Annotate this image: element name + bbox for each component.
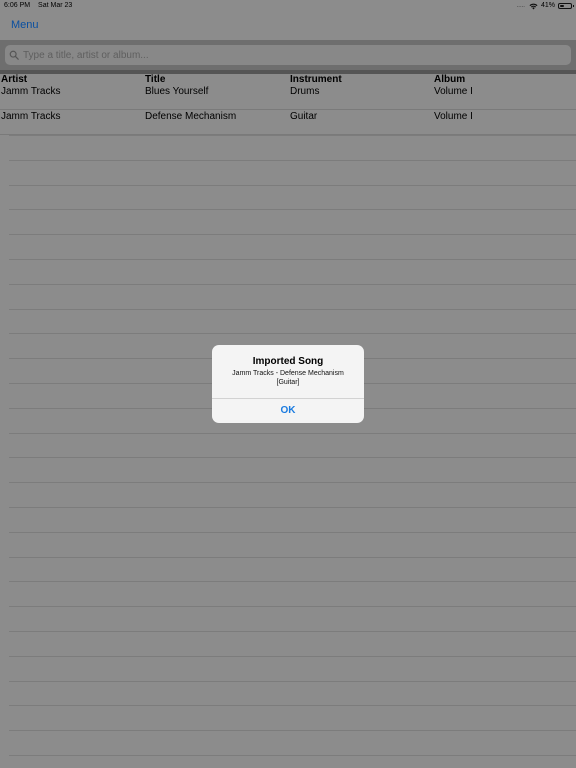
row-separator <box>9 681 576 682</box>
row-separator <box>9 730 576 731</box>
row-separator <box>9 234 576 235</box>
row-separator <box>9 185 576 186</box>
row-separator <box>9 309 576 310</box>
row-separator <box>9 333 576 334</box>
row-separator <box>9 631 576 632</box>
app-screen: 6:06 PM Sat Mar 23 ..... 41% Menu Type a… <box>0 0 576 768</box>
row-separator <box>9 284 576 285</box>
row-separator <box>9 209 576 210</box>
row-separator <box>9 135 576 136</box>
alert-message-line: Jamm Tracks - Defense Mechanism <box>232 370 344 377</box>
row-separator <box>9 482 576 483</box>
alert-message: Jamm Tracks - Defense Mechanism [Guitar] <box>218 369 358 387</box>
row-separator <box>9 507 576 508</box>
row-separator <box>9 705 576 706</box>
row-separator <box>9 532 576 533</box>
row-separator <box>9 457 576 458</box>
alert-message-line: [Guitar] <box>276 379 300 386</box>
row-separator <box>9 656 576 657</box>
row-separator <box>9 557 576 558</box>
row-separator <box>9 160 576 161</box>
alert-title: Imported Song <box>252 356 324 367</box>
ok-button[interactable]: OK <box>212 399 364 423</box>
import-alert: Imported Song Jamm Tracks - Defense Mech… <box>212 345 364 423</box>
row-separator <box>9 581 576 582</box>
row-separator <box>9 259 576 260</box>
row-separator <box>9 433 576 434</box>
row-separator <box>9 755 576 756</box>
row-separator <box>9 606 576 607</box>
